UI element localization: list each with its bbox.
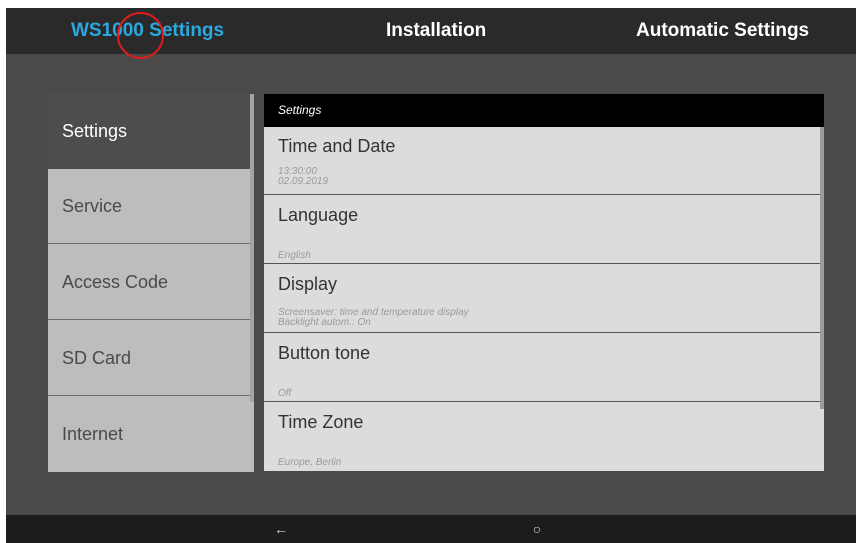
setting-time-zone[interactable]: Time Zone Europe, Berlin: [264, 403, 824, 471]
sidebar-item-access-code[interactable]: Access Code: [48, 245, 254, 320]
panel-scrollbar[interactable]: [820, 127, 824, 409]
setting-value: Backlight autom.: On: [278, 317, 371, 328]
sidebar-item-sd-card[interactable]: SD Card: [48, 321, 254, 396]
setting-title: Display: [278, 274, 338, 294]
tab-ws1000-settings[interactable]: WS1000 Settings: [71, 8, 224, 54]
sidebar-item-label: Service: [62, 196, 123, 216]
sidebar-item-label: Settings: [62, 121, 128, 141]
setting-value: 02.09.2019: [278, 176, 329, 187]
setting-title: Time Zone: [278, 412, 364, 432]
sidebar-item-label: SD Card: [62, 348, 132, 368]
back-arrow-icon[interactable]: ←: [268, 515, 294, 543]
device-screen: WS1000 Settings Installation Automatic S…: [6, 8, 856, 543]
sidebar-item-label: Internet: [62, 424, 124, 444]
setting-value: Europe, Berlin: [278, 457, 342, 468]
setting-title: Time and Date: [278, 136, 396, 156]
sidebar-scrollbar[interactable]: [250, 94, 254, 402]
navigation-bar: ← ○: [6, 515, 856, 543]
setting-value: English: [278, 250, 311, 261]
panel-title: Settings: [278, 103, 322, 117]
setting-value: Off: [278, 388, 292, 399]
sidebar-item-internet[interactable]: Internet: [48, 397, 254, 472]
sidebar-item-service[interactable]: Service: [48, 169, 254, 244]
setting-button-tone[interactable]: Button tone Off: [264, 334, 824, 402]
sidebar: Settings Service Access Code SD Card Int…: [48, 94, 254, 472]
setting-language[interactable]: Language English: [264, 196, 824, 264]
home-circle-icon[interactable]: ○: [524, 515, 550, 543]
sidebar-item-label: Access Code: [62, 272, 169, 292]
setting-title: Language: [278, 205, 359, 225]
setting-time-and-date[interactable]: Time and Date 13:30:00 02.09.2019: [264, 127, 824, 195]
top-tab-bar: WS1000 Settings Installation Automatic S…: [6, 8, 856, 59]
setting-title: Button tone: [278, 343, 371, 363]
tab-automatic-settings[interactable]: Automatic Settings: [636, 8, 809, 54]
setting-display[interactable]: Display Screensaver: time and temperatur…: [264, 265, 824, 333]
tab-installation[interactable]: Installation: [386, 8, 486, 54]
panel-header: Settings: [264, 94, 824, 127]
settings-panel: Settings Time and Date 13:30:00 02.09.20…: [264, 94, 824, 471]
sidebar-item-settings[interactable]: Settings: [48, 94, 254, 169]
